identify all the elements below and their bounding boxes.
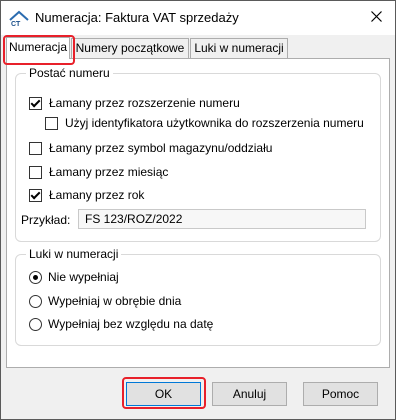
- tab-numeracja[interactable]: Numeracja: [6, 37, 70, 59]
- option-extension[interactable]: Łamany przez rozszerzenie numeru: [29, 96, 240, 110]
- option-label: Łamany przez miesiąc: [49, 165, 169, 179]
- tab-numery-poczatkowe[interactable]: Numery początkowe: [71, 38, 189, 58]
- tab-panel: Postać numeru Łamany przez rozszerzenie …: [6, 58, 390, 368]
- option-label: Łamany przez symbol magazynu/oddziału: [49, 141, 273, 155]
- option-year[interactable]: Łamany przez rok: [29, 188, 144, 202]
- radio-button[interactable]: [29, 270, 42, 284]
- number-format-legend: Postać numeru: [26, 66, 113, 80]
- window-title: Numeracja: Faktura VAT sprzedaży: [35, 10, 239, 25]
- gap-option-any-date[interactable]: Wypełniaj bez względu na datę: [29, 317, 213, 331]
- option-label: Łamany przez rozszerzenie numeru: [49, 96, 240, 110]
- ok-button[interactable]: OK: [126, 382, 201, 406]
- checkbox[interactable]: [29, 96, 42, 110]
- gaps-legend: Luki w numeracji: [26, 247, 122, 261]
- radio-button[interactable]: [29, 294, 42, 308]
- option-label: Łamany przez rok: [49, 188, 145, 202]
- example-field: FS 123/ROZ/2022: [78, 209, 366, 229]
- gap-option-none[interactable]: Nie wypełniaj: [29, 270, 119, 284]
- radio-button[interactable]: [29, 317, 42, 331]
- option-warehouse-symbol[interactable]: Łamany przez symbol magazynu/oddziału: [29, 141, 272, 155]
- checkbox[interactable]: [29, 141, 42, 155]
- tab-luki-w-numeracji[interactable]: Luki w numeracji: [190, 38, 288, 58]
- help-button[interactable]: Pomoc: [303, 382, 378, 406]
- svg-text:CT: CT: [11, 21, 21, 27]
- dialog-window: CT Numeracja: Faktura VAT sprzedaży Nume…: [0, 0, 396, 420]
- option-label: Wypełniaj bez względu na datę: [48, 317, 214, 331]
- option-month[interactable]: Łamany przez miesiąc: [29, 165, 168, 179]
- option-user-identifier[interactable]: Użyj identyfikatora użytkownika do rozsz…: [45, 116, 364, 130]
- comarch-logo-icon: CT: [9, 9, 29, 28]
- example-label: Przykład:: [21, 213, 71, 227]
- gap-option-within-day[interactable]: Wypełniaj w obrębie dnia: [29, 294, 181, 308]
- cancel-button[interactable]: Anuluj: [212, 382, 287, 406]
- option-label: Nie wypełniaj: [48, 270, 119, 284]
- title-bar: CT Numeracja: Faktura VAT sprzedaży: [1, 1, 395, 35]
- checkbox[interactable]: [45, 116, 58, 130]
- close-button[interactable]: [358, 1, 394, 35]
- close-icon: [370, 11, 382, 25]
- option-label: Wypełniaj w obrębie dnia: [48, 294, 182, 308]
- checkbox[interactable]: [29, 165, 42, 179]
- option-label: Użyj identyfikatora użytkownika do rozsz…: [65, 116, 364, 130]
- checkbox[interactable]: [29, 188, 42, 202]
